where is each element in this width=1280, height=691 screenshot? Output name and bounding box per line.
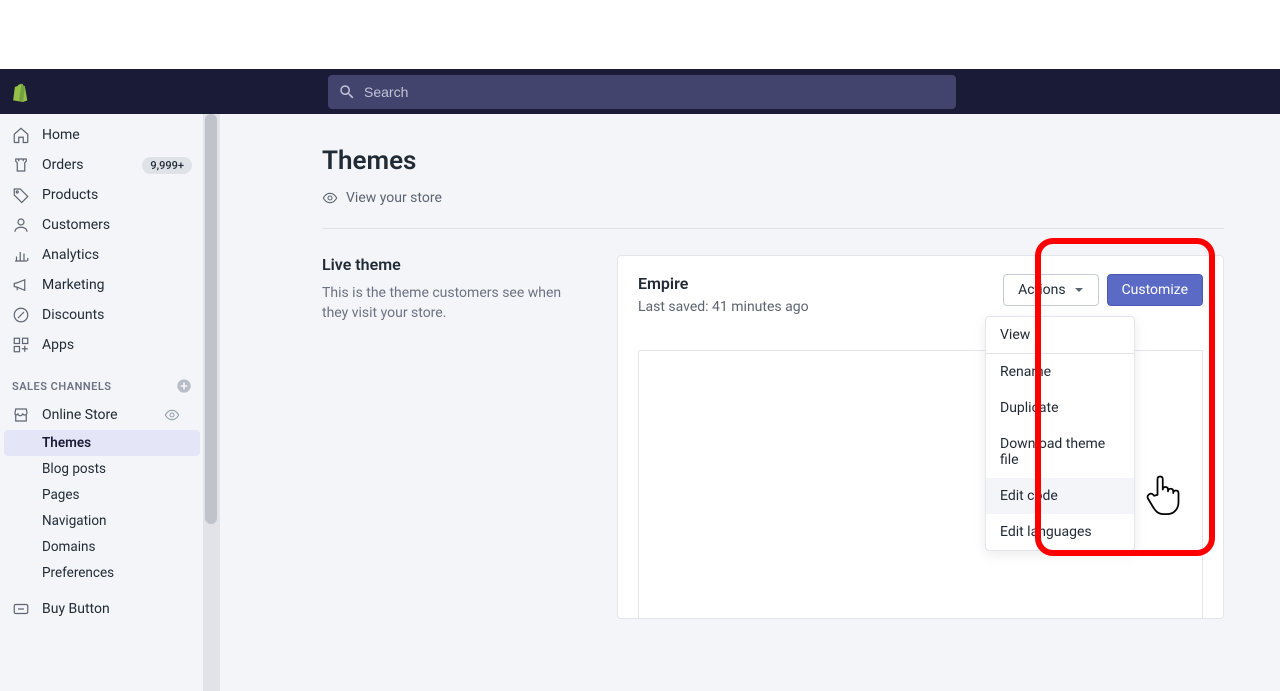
apps-icon bbox=[12, 336, 30, 354]
sidebar-item-label: Products bbox=[42, 187, 192, 203]
sidebar-sub-label: Blog posts bbox=[42, 461, 192, 477]
sidebar-item-label: Online Store bbox=[42, 407, 164, 423]
sidebar-item-products[interactable]: Products bbox=[0, 180, 204, 210]
sidebar-sub-domains[interactable]: Domains bbox=[0, 534, 204, 560]
sidebar-item-label: Discounts bbox=[42, 307, 192, 323]
topbar bbox=[0, 69, 1280, 114]
customize-button-label: Customize bbox=[1122, 282, 1188, 298]
tag-icon bbox=[12, 186, 30, 204]
sidebar-item-label: Marketing bbox=[42, 277, 192, 293]
sidebar-item-label: Buy Button bbox=[42, 601, 192, 617]
sidebar-item-buy-button[interactable]: Buy Button bbox=[0, 594, 204, 624]
view-store-label: View your store bbox=[346, 190, 442, 206]
home-icon bbox=[12, 126, 30, 144]
topbar-right bbox=[1095, 69, 1280, 114]
sidebar-sub-preferences[interactable]: Preferences bbox=[0, 560, 204, 586]
discount-icon bbox=[12, 306, 30, 324]
view-store-link[interactable]: View your store bbox=[322, 190, 1224, 206]
sidebar-item-label: Apps bbox=[42, 337, 192, 353]
search-input[interactable] bbox=[364, 84, 946, 100]
actions-dropdown: View Rename Duplicate Download theme fil… bbox=[985, 316, 1135, 551]
sidebar-sub-pages[interactable]: Pages bbox=[0, 482, 204, 508]
orders-badge: 9,999+ bbox=[142, 157, 192, 174]
shopify-logo-icon bbox=[9, 81, 29, 103]
eye-icon bbox=[322, 190, 338, 206]
sales-channels-title: SALES CHANNELS bbox=[0, 360, 204, 400]
chevron-down-icon bbox=[1074, 285, 1084, 295]
dropdown-item-duplicate[interactable]: Duplicate bbox=[986, 390, 1134, 426]
search-box[interactable] bbox=[328, 75, 956, 109]
sidebar-item-label: Customers bbox=[42, 217, 192, 233]
store-icon bbox=[12, 406, 30, 424]
sidebar-item-customers[interactable]: Customers bbox=[0, 210, 204, 240]
sidebar-sub-navigation[interactable]: Navigation bbox=[0, 508, 204, 534]
bar-chart-icon bbox=[12, 246, 30, 264]
sidebar-sub-label: Domains bbox=[42, 539, 192, 555]
sidebar-scrollbar[interactable] bbox=[203, 114, 219, 691]
dropdown-item-rename[interactable]: Rename bbox=[986, 354, 1134, 390]
sidebar-item-online-store[interactable]: Online Store bbox=[0, 400, 204, 430]
scrollbar-thumb[interactable] bbox=[205, 114, 217, 524]
actions-button-label: Actions bbox=[1018, 282, 1065, 298]
dropdown-item-view[interactable]: View bbox=[986, 317, 1134, 354]
sidebar-item-discounts[interactable]: Discounts bbox=[0, 300, 204, 330]
actions-button[interactable]: Actions bbox=[1003, 274, 1098, 306]
person-icon bbox=[12, 216, 30, 234]
orders-icon bbox=[12, 156, 30, 174]
search-icon bbox=[338, 83, 356, 101]
sidebar-item-orders[interactable]: Orders 9,999+ bbox=[0, 150, 204, 180]
sidebar-item-label: Analytics bbox=[42, 247, 192, 263]
eye-icon[interactable] bbox=[164, 407, 180, 423]
sidebar-item-apps[interactable]: Apps bbox=[0, 330, 204, 360]
sidebar-sub-themes[interactable]: Themes bbox=[4, 430, 200, 456]
sales-channels-label: SALES CHANNELS bbox=[12, 380, 112, 393]
megaphone-icon bbox=[12, 276, 30, 294]
sidebar-item-analytics[interactable]: Analytics bbox=[0, 240, 204, 270]
sidebar-sub-blog-posts[interactable]: Blog posts bbox=[0, 456, 204, 482]
sidebar: Home Orders 9,999+ Products Customers An… bbox=[0, 114, 220, 691]
section-desc: This is the theme customers see when the… bbox=[322, 284, 587, 323]
dropdown-item-edit-languages[interactable]: Edit languages bbox=[986, 514, 1134, 550]
sidebar-sub-label: Preferences bbox=[42, 565, 192, 581]
sidebar-sub-label: Navigation bbox=[42, 513, 192, 529]
main-content: Themes View your store Live theme This i… bbox=[220, 114, 1280, 691]
page-title: Themes bbox=[322, 146, 1224, 176]
section-title: Live theme bbox=[322, 255, 587, 274]
customize-button[interactable]: Customize bbox=[1107, 274, 1203, 306]
sidebar-item-home[interactable]: Home bbox=[0, 120, 204, 150]
live-theme-card: Empire Last saved: 41 minutes ago Action… bbox=[617, 255, 1224, 619]
sidebar-sub-label: Themes bbox=[42, 435, 188, 451]
dropdown-item-download[interactable]: Download theme file bbox=[986, 426, 1134, 478]
dropdown-item-edit-code[interactable]: Edit code bbox=[986, 478, 1134, 514]
divider bbox=[322, 228, 1224, 229]
app-logo[interactable] bbox=[0, 69, 37, 114]
sidebar-item-marketing[interactable]: Marketing bbox=[0, 270, 204, 300]
buy-button-icon bbox=[12, 600, 30, 618]
add-channel-icon[interactable] bbox=[176, 378, 192, 394]
sidebar-item-label: Orders bbox=[42, 157, 142, 173]
sidebar-sub-label: Pages bbox=[42, 487, 192, 503]
sidebar-item-label: Home bbox=[42, 127, 192, 143]
